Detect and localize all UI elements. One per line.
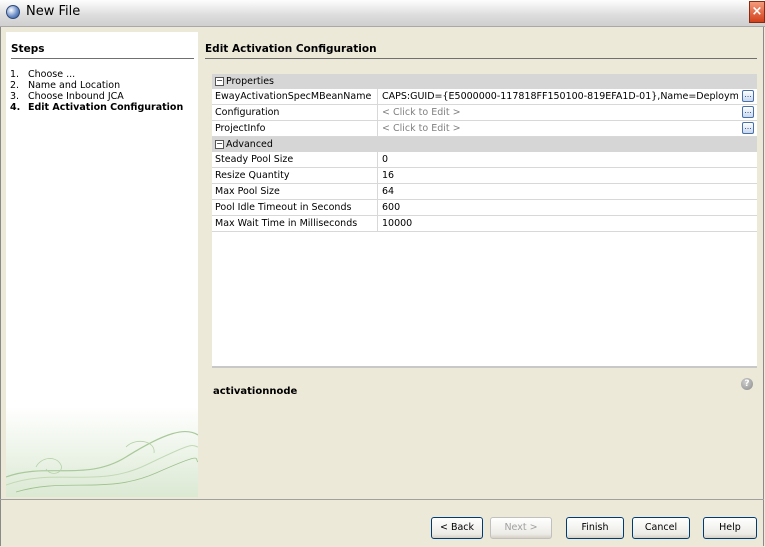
description-title: activationnode: [213, 386, 298, 397]
section-advanced[interactable]: − Advanced: [212, 137, 757, 152]
property-value[interactable]: 10000: [377, 216, 738, 231]
property-name: Resize Quantity: [215, 170, 290, 181]
property-name: Max Wait Time in Milliseconds: [215, 218, 358, 229]
ellipsis-button[interactable]: ...: [742, 106, 754, 118]
property-name: ProjectInfo: [215, 123, 266, 134]
section-label: Properties: [226, 76, 275, 87]
collapse-icon[interactable]: −: [215, 77, 224, 86]
step-number: 2.: [10, 80, 20, 91]
property-row[interactable]: EwayActivationSpecMBeanName CAPS:GUID={E…: [212, 89, 757, 105]
decorative-swirl-graphic: [6, 407, 198, 497]
ellipsis-button[interactable]: ...: [742, 122, 754, 134]
collapse-icon[interactable]: −: [215, 140, 224, 149]
help-icon[interactable]: ?: [741, 378, 753, 390]
step-label: Name and Location: [28, 80, 121, 91]
property-value[interactable]: 16: [377, 168, 738, 183]
content-panel: Edit Activation Configuration − Propertie…: [198, 32, 763, 497]
ellipsis-button[interactable]: ...: [742, 90, 754, 102]
property-row[interactable]: Pool Idle Timeout in Seconds 600: [212, 200, 757, 216]
property-name: EwayActivationSpecMBeanName: [215, 91, 372, 102]
property-value[interactable]: 64: [377, 184, 738, 199]
step-item: 1. Choose ...: [10, 69, 196, 80]
property-name: Max Pool Size: [215, 186, 280, 197]
property-name: Configuration: [215, 107, 280, 118]
close-button[interactable]: ×: [749, 1, 765, 23]
steps-list: 1. Choose ... 2. Name and Location 3. Ch…: [10, 69, 196, 113]
next-button[interactable]: Next >: [490, 517, 552, 539]
property-row[interactable]: Max Pool Size 64: [212, 184, 757, 200]
step-item-current: 4. Edit Activation Configuration: [10, 102, 196, 113]
help-button[interactable]: Help: [703, 517, 757, 539]
property-row[interactable]: Configuration < Click to Edit > ...: [212, 105, 757, 121]
property-row[interactable]: Max Wait Time in Milliseconds 10000: [212, 216, 757, 232]
button-bar-divider: [0, 499, 764, 500]
step-number: 4.: [10, 102, 21, 113]
property-value[interactable]: < Click to Edit >: [377, 121, 738, 136]
step-number: 1.: [10, 69, 20, 80]
step-number: 3.: [10, 91, 20, 102]
app-icon: [6, 5, 20, 19]
section-label: Advanced: [226, 139, 273, 150]
step-label: Choose Inbound JCA: [28, 91, 124, 102]
property-row[interactable]: Resize Quantity 16: [212, 168, 757, 184]
property-value[interactable]: 600: [377, 200, 738, 215]
steps-title: Steps: [11, 43, 45, 55]
property-value[interactable]: < Click to Edit >: [377, 105, 738, 120]
property-row[interactable]: Steady Pool Size 0: [212, 152, 757, 168]
step-item: 3. Choose Inbound JCA: [10, 91, 196, 102]
property-value[interactable]: CAPS:GUID={E5000000-117818FF150100-819EF…: [377, 89, 738, 104]
step-item: 2. Name and Location: [10, 80, 196, 91]
back-button[interactable]: < Back: [431, 517, 483, 539]
page-title: Edit Activation Configuration: [205, 43, 377, 55]
section-properties[interactable]: − Properties: [212, 74, 757, 89]
property-name: Steady Pool Size: [215, 154, 294, 165]
property-row[interactable]: ProjectInfo < Click to Edit > ...: [212, 121, 757, 137]
steps-panel: Steps 1. Choose ... 2. Name and Location…: [6, 32, 198, 497]
property-name: Pool Idle Timeout in Seconds: [215, 202, 352, 213]
title-bar: New File ×: [0, 0, 765, 27]
window-title: New File: [26, 4, 81, 19]
title-divider: [205, 58, 757, 59]
steps-divider: [11, 58, 194, 59]
cancel-button[interactable]: Cancel: [632, 517, 690, 539]
finish-button[interactable]: Finish: [566, 517, 624, 539]
property-sheet: − Properties EwayActivationSpecMBeanName …: [212, 74, 757, 368]
step-label: Choose ...: [28, 69, 76, 80]
property-value[interactable]: 0: [377, 152, 738, 167]
step-label: Edit Activation Configuration: [28, 102, 184, 113]
